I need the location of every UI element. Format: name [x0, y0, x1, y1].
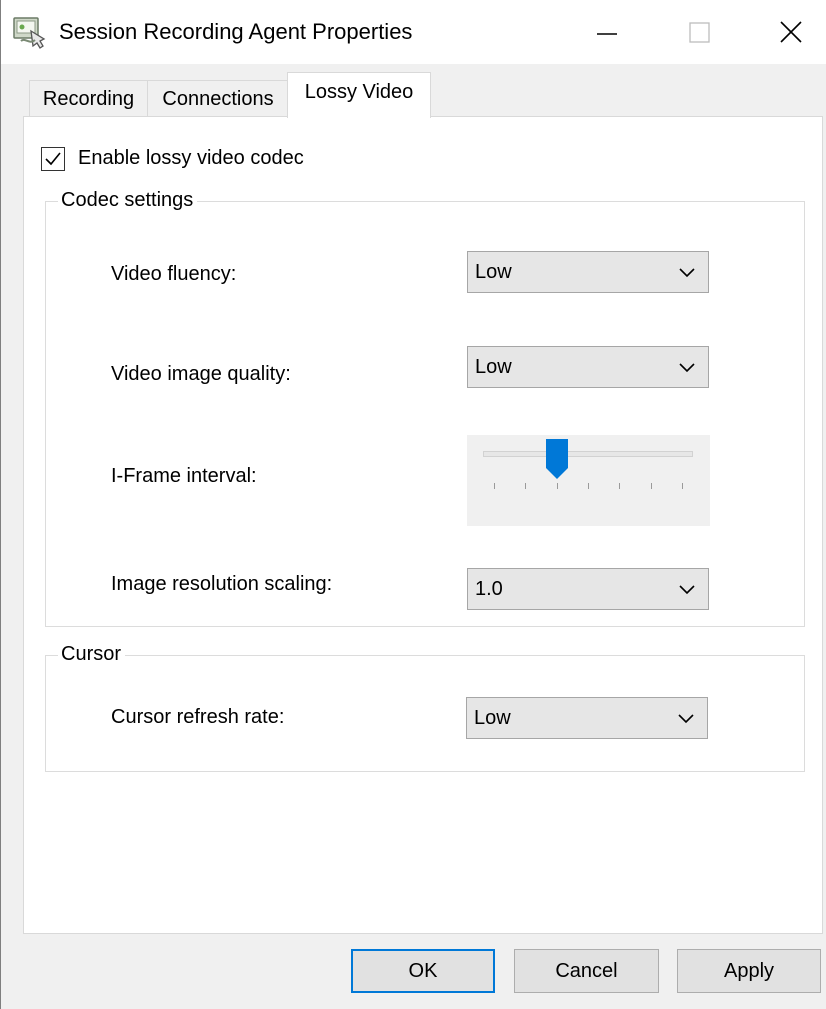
tab-lossy-video[interactable]: Lossy Video: [287, 72, 431, 118]
slider-tick: [682, 483, 683, 489]
cursor-refresh-rate-value: Low: [474, 707, 511, 729]
apply-button[interactable]: Apply: [677, 949, 821, 993]
video-fluency-label: Video fluency:: [111, 263, 237, 285]
tab-connections[interactable]: Connections: [147, 80, 289, 116]
video-image-quality-select[interactable]: Low: [467, 346, 709, 388]
properties-window: Session Recording Agent Properties Recor…: [0, 0, 826, 1009]
cursor-refresh-rate-select[interactable]: Low: [466, 697, 708, 739]
chevron-down-icon: [679, 268, 695, 278]
slider-tick: [651, 483, 652, 489]
video-fluency-select[interactable]: Low: [467, 251, 709, 293]
checkbox-box[interactable]: [41, 147, 65, 171]
slider-tick: [588, 483, 589, 489]
video-image-quality-value: Low: [475, 356, 512, 378]
image-resolution-scaling-label: Image resolution scaling:: [111, 573, 333, 595]
iframe-interval-label: I-Frame interval:: [111, 465, 257, 487]
cursor-refresh-rate-label: Cursor refresh rate:: [111, 706, 285, 728]
checkmark-icon: [45, 152, 61, 166]
video-image-quality-label: Video image quality:: [111, 363, 291, 385]
slider-track[interactable]: [483, 451, 693, 457]
maximize-button[interactable]: [659, 0, 739, 64]
cancel-button[interactable]: Cancel: [514, 949, 659, 993]
close-button[interactable]: [751, 0, 826, 64]
slider-tick: [557, 483, 558, 489]
maximize-icon: [689, 22, 710, 43]
tab-recording[interactable]: Recording: [29, 80, 148, 116]
ok-button[interactable]: OK: [351, 949, 495, 993]
chevron-down-icon: [679, 363, 695, 373]
codec-settings-legend: Codec settings: [58, 186, 198, 214]
cursor-legend: Cursor: [58, 640, 126, 668]
video-fluency-value: Low: [475, 261, 512, 283]
iframe-interval-slider[interactable]: [467, 435, 710, 526]
session-recording-agent-icon: [13, 15, 47, 49]
title-bar[interactable]: Session Recording Agent Properties: [1, 0, 826, 64]
slider-tick: [525, 483, 526, 489]
chevron-down-icon: [678, 714, 694, 724]
slider-thumb[interactable]: [545, 438, 569, 480]
slider-tick: [494, 483, 495, 489]
minimize-button[interactable]: [567, 0, 647, 64]
image-resolution-scaling-select[interactable]: 1.0: [467, 568, 709, 610]
enable-lossy-video-label[interactable]: Enable lossy video codec: [78, 144, 304, 172]
close-icon: [780, 21, 802, 43]
image-resolution-scaling-value: 1.0: [475, 578, 503, 600]
window-title: Session Recording Agent Properties: [59, 19, 413, 44]
minimize-icon: [597, 33, 617, 35]
slider-tick: [619, 483, 620, 489]
chevron-down-icon: [679, 585, 695, 595]
